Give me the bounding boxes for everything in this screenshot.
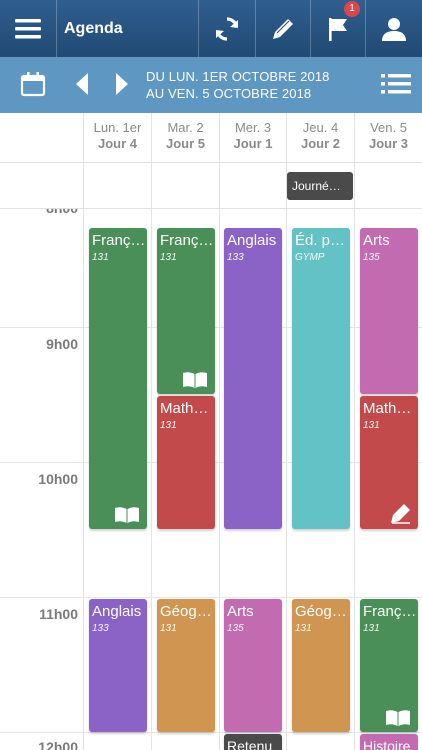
book-icon — [386, 710, 410, 726]
event-subject: Géog… — [295, 603, 347, 620]
event-card[interactable]: Anglais 133 — [224, 228, 282, 529]
event-card[interactable]: Arts 135 — [360, 228, 418, 394]
day-header-tue[interactable]: Mar. 2 Jour 5 — [152, 113, 219, 163]
hour-label: 12h00 — [38, 739, 78, 750]
user-icon — [382, 17, 406, 41]
day-cycle: Jour 5 — [165, 136, 205, 151]
calendar-button[interactable] — [18, 69, 48, 99]
menu-button[interactable] — [0, 0, 56, 57]
all-day-event[interactable]: Journé… — [287, 172, 353, 200]
hour-label: 11h00 — [39, 606, 78, 622]
event-card[interactable]: Franç… 131 — [360, 599, 418, 732]
event-card[interactable]: Arts 135 — [224, 599, 282, 732]
hour-label: 9h00 — [46, 336, 78, 352]
notification-badge: 1 — [344, 1, 360, 17]
event-card[interactable]: Histoire — [360, 734, 418, 750]
pen-icon — [391, 504, 410, 524]
day-header-thu[interactable]: Jeu. 4 Jour 2 — [287, 113, 354, 163]
list-icon — [381, 74, 411, 94]
event-room: 133 — [227, 252, 244, 263]
previous-week-button[interactable] — [70, 69, 94, 99]
event-room: 135 — [363, 252, 380, 263]
event-card[interactable]: Franç… 131 — [89, 228, 147, 529]
event-room: 133 — [92, 623, 109, 634]
event-subject: Math… — [160, 400, 209, 417]
date-nav-bar: DU LUN. 1ER OCTOBRE 2018 AU VEN. 5 OCTOB… — [0, 57, 422, 113]
event-room: 131 — [92, 252, 109, 263]
event-subject: Math… — [363, 400, 412, 417]
top-bar: Agenda 1 — [0, 0, 422, 57]
day-cycle: Jour 4 — [97, 136, 137, 151]
all-day-row: Journé… — [0, 163, 422, 209]
list-view-button[interactable] — [380, 69, 412, 99]
event-card[interactable]: Math… 131 — [157, 396, 215, 529]
refresh-button[interactable] — [199, 0, 255, 57]
hour-label: 10h00 — [38, 471, 78, 487]
event-room: 131 — [363, 623, 380, 634]
chevron-left-icon — [76, 73, 88, 95]
event-subject: Géog… — [160, 603, 212, 620]
day-header-wed[interactable]: Mer. 3 Jour 1 — [220, 113, 286, 163]
chevron-right-icon — [116, 73, 128, 95]
calendar-icon — [20, 72, 46, 97]
refresh-icon — [215, 16, 239, 41]
day-date: Mar. 2 — [167, 120, 204, 135]
event-subject: Franç… — [363, 603, 417, 620]
date-range-start: DU LUN. 1ER OCTOBRE 2018 — [146, 69, 330, 84]
day-cycle: Jour 3 — [368, 136, 408, 151]
event-subject: Franç… — [160, 232, 214, 249]
event-subject: Franç… — [92, 232, 146, 249]
hour-label: 8h00 — [0, 209, 78, 216]
day-date: Mer. 3 — [234, 120, 272, 135]
event-room: 131 — [295, 623, 312, 634]
event-subject: Histoire — [363, 738, 411, 750]
event-card[interactable]: Anglais 133 — [89, 599, 147, 732]
event-room: GYMP — [295, 252, 325, 263]
day-cycle: Jour 2 — [300, 136, 340, 151]
event-room: 131 — [160, 420, 177, 431]
edit-button[interactable] — [256, 0, 310, 57]
event-room: 131 — [160, 252, 177, 263]
event-card[interactable]: Retenu — [224, 734, 282, 750]
day-header-row: Lun. 1er Jour 4 Mar. 2 Jour 5 Mer. 3 Jou… — [0, 113, 422, 163]
event-subject: Arts — [227, 603, 254, 620]
book-icon — [183, 372, 207, 388]
day-date: Lun. 1er — [93, 120, 142, 135]
pencil-icon — [273, 18, 293, 39]
event-room: 131 — [160, 623, 177, 634]
day-date: Jeu. 4 — [302, 120, 339, 135]
flag-icon — [329, 17, 347, 41]
event-subject: Anglais — [92, 603, 142, 620]
date-range: DU LUN. 1ER OCTOBRE 2018 AU VEN. 5 OCTOB… — [146, 68, 330, 102]
notifications-button[interactable]: 1 — [311, 0, 365, 57]
day-header-fri[interactable]: Ven. 5 Jour 3 — [355, 113, 422, 163]
event-room: 131 — [363, 420, 380, 431]
page-title: Agenda — [64, 20, 123, 37]
event-card[interactable]: Franç… 131 — [157, 228, 215, 394]
event-subject: Arts — [363, 232, 390, 249]
day-date: Ven. 5 — [370, 120, 407, 135]
next-week-button[interactable] — [110, 69, 134, 99]
day-header-mon[interactable]: Lun. 1er Jour 4 — [84, 113, 151, 163]
hamburger-icon — [15, 18, 41, 38]
time-grid: 8h00 9h00 10h00 11h00 12h00 Franç… 131 F… — [0, 209, 422, 750]
book-icon — [115, 507, 139, 523]
event-room: 135 — [227, 623, 244, 634]
event-subject: Retenu — [227, 738, 273, 750]
event-card[interactable]: Géog… 131 — [157, 599, 215, 732]
event-card[interactable]: Éd. p… GYMP — [292, 228, 350, 529]
profile-button[interactable] — [366, 0, 422, 57]
agenda-screen: Agenda 1 DU LUN. 1ER OCTOBRE 2018 AU VEN… — [0, 0, 422, 750]
date-range-end: AU VEN. 5 OCTOBRE 2018 — [146, 86, 312, 101]
event-subject: Éd. p… — [295, 232, 346, 249]
event-subject: Anglais — [227, 232, 277, 249]
day-cycle: Jour 1 — [233, 136, 273, 151]
event-card[interactable]: Math… 131 — [360, 396, 418, 529]
event-card[interactable]: Géog… 131 — [292, 599, 350, 732]
